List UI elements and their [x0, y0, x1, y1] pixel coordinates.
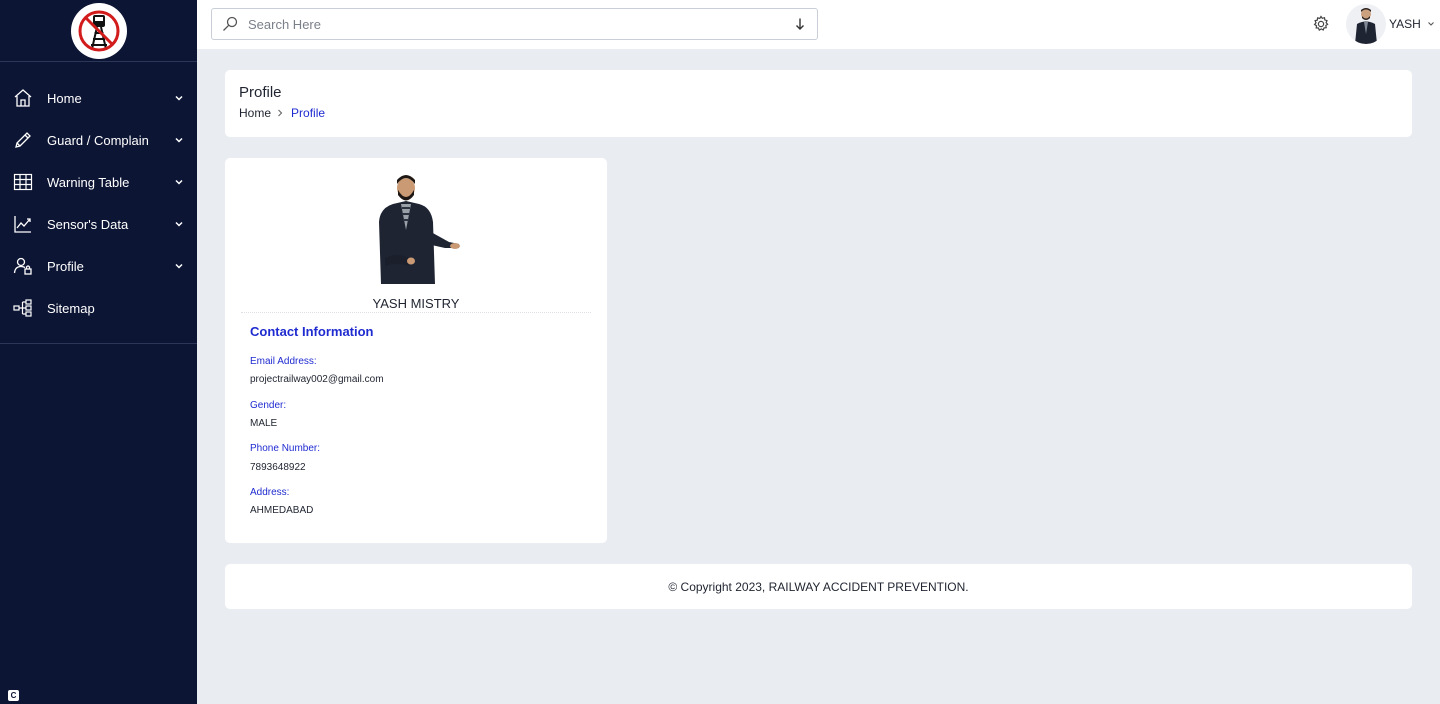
breadcrumb: Home Profile [239, 106, 1398, 120]
address-label: Address: [250, 487, 290, 498]
page-header-card: Profile Home Profile [225, 70, 1412, 137]
chevron-down-icon[interactable] [1427, 20, 1435, 28]
line-chart-icon [12, 213, 34, 235]
gender-value: MALE [250, 418, 278, 429]
sidebar-item-profile[interactable]: Profile [0, 245, 197, 287]
arrow-down-icon[interactable] [793, 17, 807, 31]
gear-icon[interactable] [1312, 15, 1330, 33]
breadcrumb-current: Profile [291, 106, 326, 120]
breadcrumb-home-link[interactable]: Home [239, 106, 271, 120]
profile-name: YASH MISTRY [372, 296, 460, 311]
sidebar-item-label: Guard / Complain [47, 132, 149, 148]
sidebar-item-sensors-data[interactable]: Sensor's Data [0, 203, 197, 245]
phone-label: Phone Number: [250, 443, 321, 454]
page-title: Profile [239, 84, 282, 101]
search-box [211, 8, 818, 40]
address-value: AHMEDABAD [250, 505, 314, 516]
sidebar-item-label: Home [47, 90, 82, 106]
pencil-icon [12, 129, 34, 151]
railway-prohibition-logo[interactable] [70, 2, 127, 59]
search-icon[interactable] [222, 16, 238, 32]
avatar[interactable] [1346, 4, 1386, 44]
sidebar-item-label: Profile [47, 258, 84, 274]
profile-card: YASH MISTRY Contact Information Email Ad… [225, 158, 607, 543]
sidebar-logo-area [0, 0, 197, 62]
sidebar-item-sitemap[interactable]: Sitemap [0, 287, 197, 329]
divider [241, 312, 591, 313]
sidebar: Home Guard / Complain Warning Table Sens… [0, 0, 197, 704]
chevron-down-icon [173, 260, 185, 272]
chevron-down-icon [173, 92, 185, 104]
chevron-down-icon [173, 218, 185, 230]
phone-value: 7893648922 [250, 462, 306, 473]
search-input[interactable] [248, 16, 793, 32]
sidebar-menu: Home Guard / Complain Warning Table Sens… [0, 62, 197, 344]
chevron-down-icon [173, 134, 185, 146]
sidebar-item-label: Sitemap [47, 300, 95, 316]
home-icon [12, 87, 34, 109]
user-name[interactable]: YASH [1389, 17, 1421, 31]
top-bar: YASH [197, 0, 1440, 49]
sidebar-item-label: Sensor's Data [47, 216, 129, 232]
gender-label: Gender: [250, 400, 287, 411]
email-value: projectrailway002@gmail.com [250, 374, 384, 385]
sidebar-item-label: Warning Table [47, 174, 130, 190]
sitemap-icon [12, 297, 34, 319]
contact-info-heading: Contact Information [250, 324, 374, 339]
profile-photo [375, 174, 461, 286]
sidebar-item-guard-complain[interactable]: Guard / Complain [0, 119, 197, 161]
table-grid-icon [12, 171, 34, 193]
chevron-right-icon [276, 108, 286, 118]
chevron-down-icon [173, 176, 185, 188]
sidebar-item-home[interactable]: Home [0, 77, 197, 119]
user-lock-icon [12, 255, 34, 277]
sidebar-item-warning-table[interactable]: Warning Table [0, 161, 197, 203]
footer: © Copyright 2023, RAILWAY ACCIDENT PREVE… [225, 564, 1412, 609]
copyright-text: © Copyright 2023, RAILWAY ACCIDENT PREVE… [668, 579, 969, 594]
email-label: Email Address: [250, 356, 317, 367]
corner-badge: C [8, 690, 19, 701]
